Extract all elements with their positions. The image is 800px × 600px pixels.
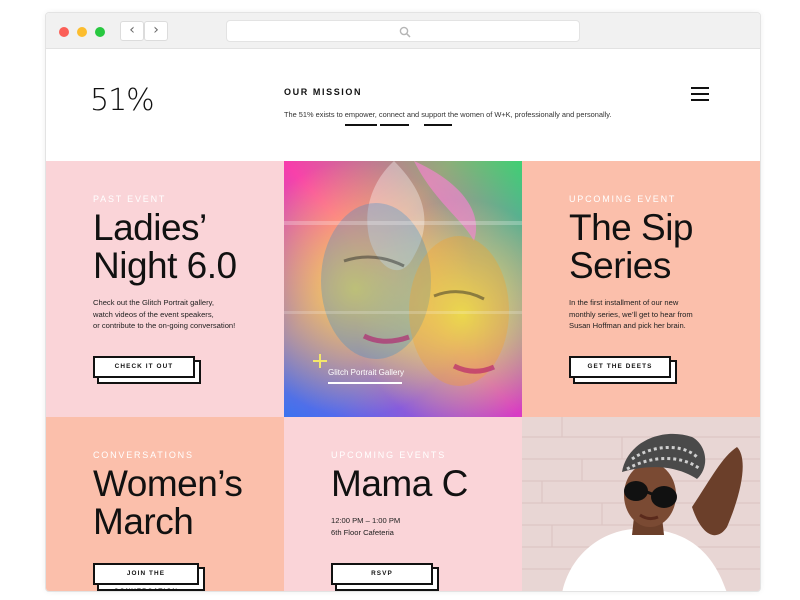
hamburger-menu-icon[interactable] bbox=[691, 87, 709, 103]
headline-line: Night 6.0 bbox=[93, 245, 237, 286]
tile-headline: Ladies’ Night 6.0 bbox=[93, 209, 237, 285]
event-location: 6th Floor Cafeteria bbox=[331, 527, 394, 537]
close-window-dot[interactable] bbox=[59, 27, 69, 37]
back-button[interactable]: ‹ bbox=[120, 21, 144, 41]
tile-eyebrow: PAST EVENT bbox=[93, 194, 167, 204]
browser-toolbar: ‹ › bbox=[46, 13, 760, 49]
tile-headline: Women’s March bbox=[93, 463, 243, 542]
browser-window: ‹ › 51% OUR MISSION The 51% exists to em… bbox=[45, 12, 761, 592]
description-line: In the first installment of our new bbox=[569, 298, 679, 307]
plus-icon bbox=[313, 354, 327, 368]
tile-description: In the first installment of our new mont… bbox=[569, 297, 693, 332]
join-the-conversation-button[interactable]: JOIN THE CONVERSATION bbox=[93, 563, 199, 591]
tile-ladies-night: PAST EVENT Ladies’ Night 6.0 Check out t… bbox=[46, 161, 284, 417]
rsvp-button[interactable]: RSVP bbox=[331, 563, 433, 585]
forward-button[interactable]: › bbox=[144, 21, 168, 41]
hamburger-bar bbox=[691, 93, 709, 95]
tile-eyebrow: CONVERSATIONS bbox=[93, 450, 194, 460]
headline-line: Series bbox=[569, 245, 671, 286]
tile-headline: The Sip Series bbox=[569, 207, 694, 286]
tile-womens-march: CONVERSATIONS Women’s March JOIN THE CON… bbox=[46, 417, 284, 591]
headline-line: Women’s bbox=[93, 463, 243, 504]
search-icon bbox=[399, 26, 411, 38]
tile-headline: Mama C bbox=[331, 465, 468, 503]
zoom-window-dot[interactable] bbox=[95, 27, 105, 37]
mission-link-underline-empower bbox=[345, 124, 377, 126]
hamburger-bar bbox=[691, 99, 709, 101]
headline-line: March bbox=[93, 501, 194, 542]
tile-mama-c: UPCOMING EVENTS Mama C 12:00 PM – 1:00 P… bbox=[284, 417, 522, 591]
tile-eyebrow: UPCOMING EVENT bbox=[569, 194, 677, 204]
event-time: 12:00 PM – 1:00 PM bbox=[331, 516, 401, 525]
description-line: or contribute to the on-going conversati… bbox=[93, 321, 236, 330]
description-line: Check out the Glitch Portrait gallery, bbox=[93, 298, 214, 307]
hamburger-bar bbox=[691, 87, 709, 89]
gallery-link-underline bbox=[328, 382, 402, 384]
mission-heading: OUR MISSION bbox=[284, 87, 363, 97]
site-header: 51% OUR MISSION The 51% exists to empowe… bbox=[46, 49, 760, 161]
tile-description: Check out the Glitch Portrait gallery, w… bbox=[93, 297, 235, 332]
gallery-link[interactable]: Glitch Portrait Gallery bbox=[328, 368, 404, 377]
check-it-out-button[interactable]: CHECK IT OUT bbox=[93, 356, 195, 378]
headline-line: Mama C bbox=[331, 463, 468, 504]
glitch-portrait-image bbox=[284, 161, 522, 417]
minimize-window-dot[interactable] bbox=[77, 27, 87, 37]
portrait-photo bbox=[522, 417, 760, 591]
mission-text: The 51% exists to empower, connect and s… bbox=[284, 110, 612, 119]
get-the-deets-button[interactable]: GET THE DEETS bbox=[569, 356, 671, 378]
tile-glitch-portrait-gallery[interactable]: Glitch Portrait Gallery bbox=[284, 161, 522, 417]
description-line: watch videos of the event speakers, bbox=[93, 309, 214, 319]
mission-link-underline-support bbox=[424, 124, 452, 126]
tile-eyebrow: UPCOMING EVENTS bbox=[331, 450, 447, 460]
description-line: Susan Hoffman and pick her brain. bbox=[569, 321, 686, 330]
headline-line: Ladies’ bbox=[93, 207, 207, 248]
site-logo[interactable]: 51% bbox=[90, 83, 155, 118]
headline-line: The Sip bbox=[569, 207, 694, 248]
tile-sip-series: UPCOMING EVENT The Sip Series In the fir… bbox=[522, 161, 760, 417]
mission-link-underline-connect bbox=[380, 124, 409, 126]
event-details: 12:00 PM – 1:00 PM 6th Floor Cafeteria bbox=[331, 515, 400, 538]
description-line: monthly series, we’ll get to hear from bbox=[569, 309, 693, 319]
address-bar[interactable] bbox=[226, 20, 580, 42]
tile-portrait-photo bbox=[522, 417, 760, 591]
